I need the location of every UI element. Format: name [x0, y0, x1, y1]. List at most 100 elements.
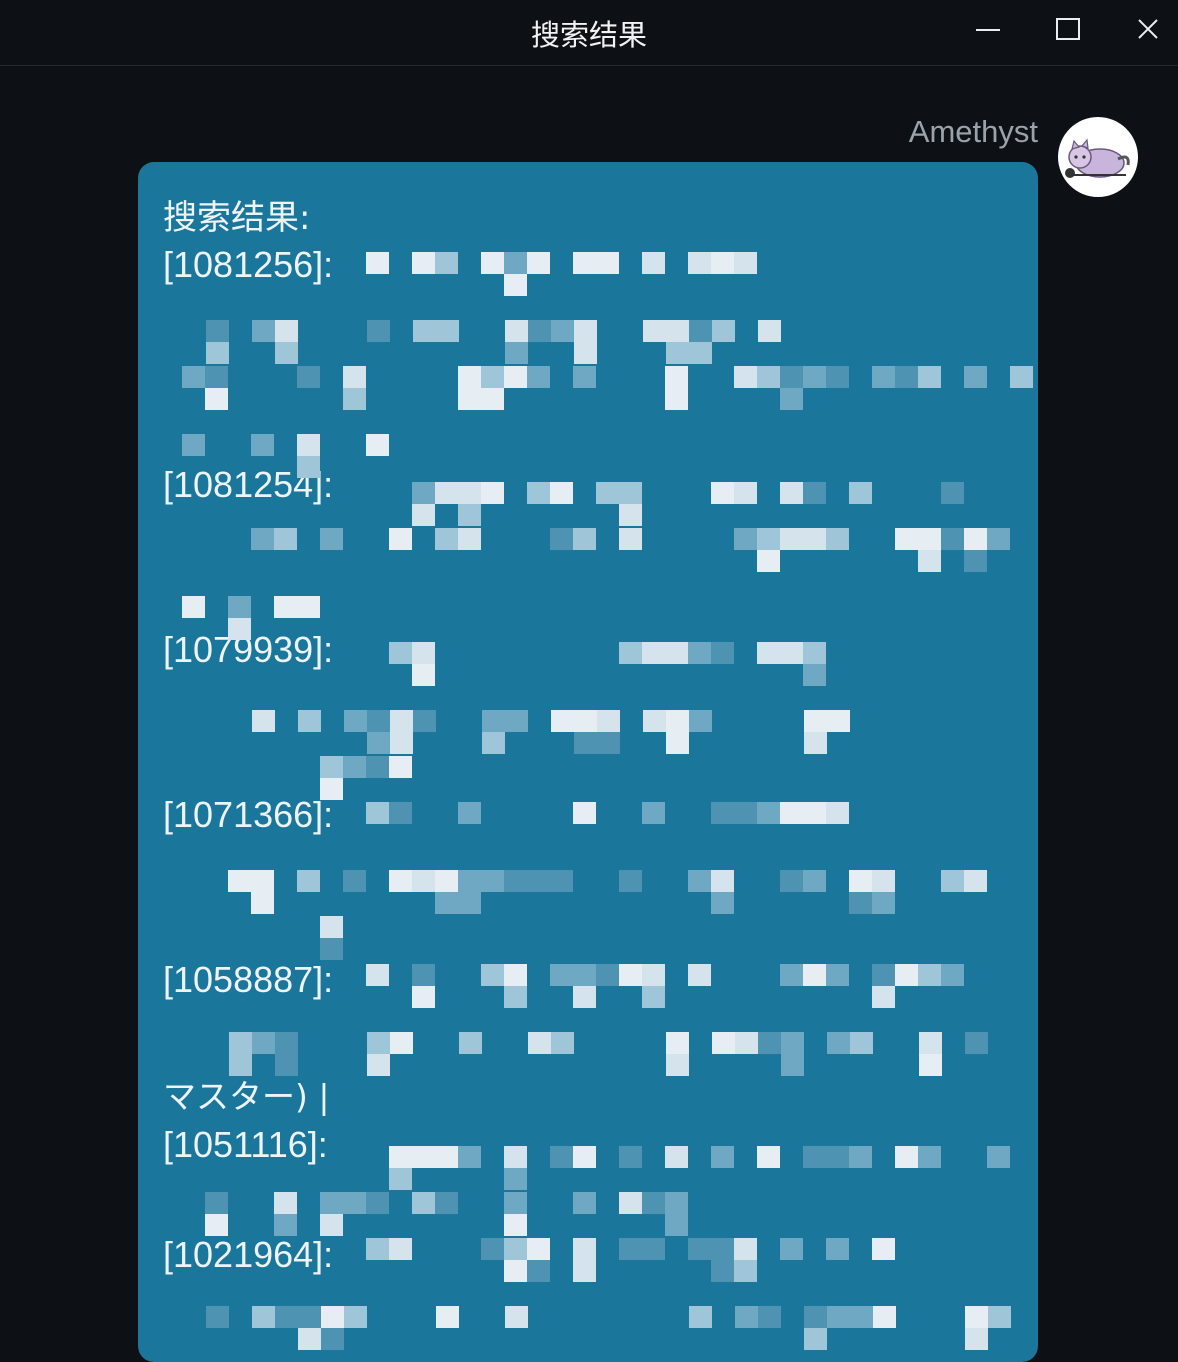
result-id-1: [1081256]: — [163, 244, 334, 285]
redaction-pixel — [826, 528, 849, 550]
avatar[interactable] — [1058, 117, 1138, 197]
maximize-button[interactable] — [1046, 10, 1090, 50]
redaction-pixel — [872, 870, 895, 892]
redaction-pixel — [252, 1306, 275, 1328]
redaction-pixel — [413, 320, 436, 342]
redaction-pixel — [574, 732, 597, 754]
redaction-pixel — [711, 802, 734, 824]
redaction-pixel — [320, 756, 343, 778]
redaction-pixel — [504, 1260, 527, 1282]
redaction-pixel — [344, 710, 367, 732]
redaction-pixel — [666, 1032, 689, 1054]
redaction-pixel — [297, 456, 320, 478]
redaction-pixel — [643, 710, 666, 732]
redaction-pixel — [458, 366, 481, 388]
redaction-pixel — [389, 1238, 412, 1260]
redaction-pixel — [343, 870, 366, 892]
result-id-5: [1058887]: — [163, 959, 334, 1000]
redaction-pixel — [918, 550, 941, 572]
maximize-icon — [1056, 18, 1080, 40]
redaction-pixel — [780, 528, 803, 550]
redaction-pixel — [321, 1328, 344, 1350]
redaction-pixel — [734, 528, 757, 550]
redaction-pixel — [228, 870, 251, 892]
redaction-pixel — [803, 664, 826, 686]
redaction-pixel — [734, 366, 757, 388]
redaction-pixel — [275, 1306, 298, 1328]
redaction-pixel — [941, 528, 964, 550]
redaction-pixel — [550, 964, 573, 986]
redaction-pixel — [412, 482, 435, 504]
redaction-pixel — [275, 1032, 298, 1054]
redaction-pixel — [412, 964, 435, 986]
redaction-pixel — [918, 964, 941, 986]
redaction-pixel — [413, 710, 436, 732]
redaction-pixel — [688, 252, 711, 274]
minimize-button[interactable] — [966, 10, 1010, 50]
redaction-pixel — [435, 528, 458, 550]
redaction-pixel — [711, 1146, 734, 1168]
redaction-pixel — [298, 1306, 321, 1328]
redaction-pixel — [987, 528, 1010, 550]
redaction-pixel — [252, 320, 275, 342]
close-button[interactable] — [1126, 10, 1170, 50]
redaction-pixel — [711, 1260, 734, 1282]
redaction-pixel — [826, 1146, 849, 1168]
redaction-pixel — [366, 434, 389, 456]
redaction-pixel — [551, 320, 574, 342]
redaction-pixel — [504, 366, 527, 388]
redaction-pixel — [228, 596, 251, 618]
redaction-pixel — [573, 1146, 596, 1168]
redaction-pixel — [734, 1260, 757, 1282]
redaction-pixel — [965, 1328, 988, 1350]
redaction-pixel — [367, 320, 390, 342]
redaction-pixel — [826, 366, 849, 388]
redaction-pixel — [965, 1306, 988, 1328]
redaction-pixel — [205, 366, 228, 388]
redaction-pixel — [711, 892, 734, 914]
redaction-pixel — [734, 252, 757, 274]
redaction-pixel — [343, 1192, 366, 1214]
redaction-pixel — [941, 964, 964, 986]
redaction-pixel — [758, 320, 781, 342]
redaction-pixel — [918, 366, 941, 388]
redaction-pixel — [320, 778, 343, 800]
redaction-pixel — [412, 504, 435, 526]
redaction-pixel — [435, 892, 458, 914]
redaction-pixel — [780, 1238, 803, 1260]
redaction-pixel — [643, 320, 666, 342]
redaction-pixel — [550, 528, 573, 550]
redaction-pixel — [367, 1054, 390, 1076]
redaction-pixel — [735, 1306, 758, 1328]
redaction-pixel — [366, 252, 389, 274]
redaction-pixel — [964, 366, 987, 388]
redaction-pixel — [688, 642, 711, 664]
redaction-pixel — [458, 482, 481, 504]
redaction-pixel — [366, 1238, 389, 1260]
redaction-pixel — [389, 1146, 412, 1168]
redaction-pixel — [274, 1214, 297, 1236]
redaction-pixel — [597, 710, 620, 732]
redaction-pixel — [826, 964, 849, 986]
redaction-pixel — [412, 1146, 435, 1168]
result-id-4: [1071366]: — [163, 794, 334, 835]
redaction-pixel — [389, 528, 412, 550]
redaction-pixel — [895, 964, 918, 986]
redaction-pixel — [666, 732, 689, 754]
redaction-pixel — [642, 642, 665, 664]
redaction-pixel — [711, 482, 734, 504]
redaction-pixel — [505, 342, 528, 364]
redaction-pixel — [252, 1032, 275, 1054]
redaction-pixel — [919, 1054, 942, 1076]
redaction-pixel — [390, 710, 413, 732]
redaction-pixel — [827, 710, 850, 732]
redaction-pixel — [206, 1306, 229, 1328]
redaction-pixel — [297, 596, 320, 618]
minimize-icon — [976, 29, 1000, 31]
redaction-pixel — [366, 1192, 389, 1214]
redaction-pixel — [688, 1238, 711, 1260]
redaction-pixel — [297, 870, 320, 892]
redaction-pixel — [665, 642, 688, 664]
redaction-pixel — [666, 1054, 689, 1076]
redaction-pixel — [758, 1306, 781, 1328]
